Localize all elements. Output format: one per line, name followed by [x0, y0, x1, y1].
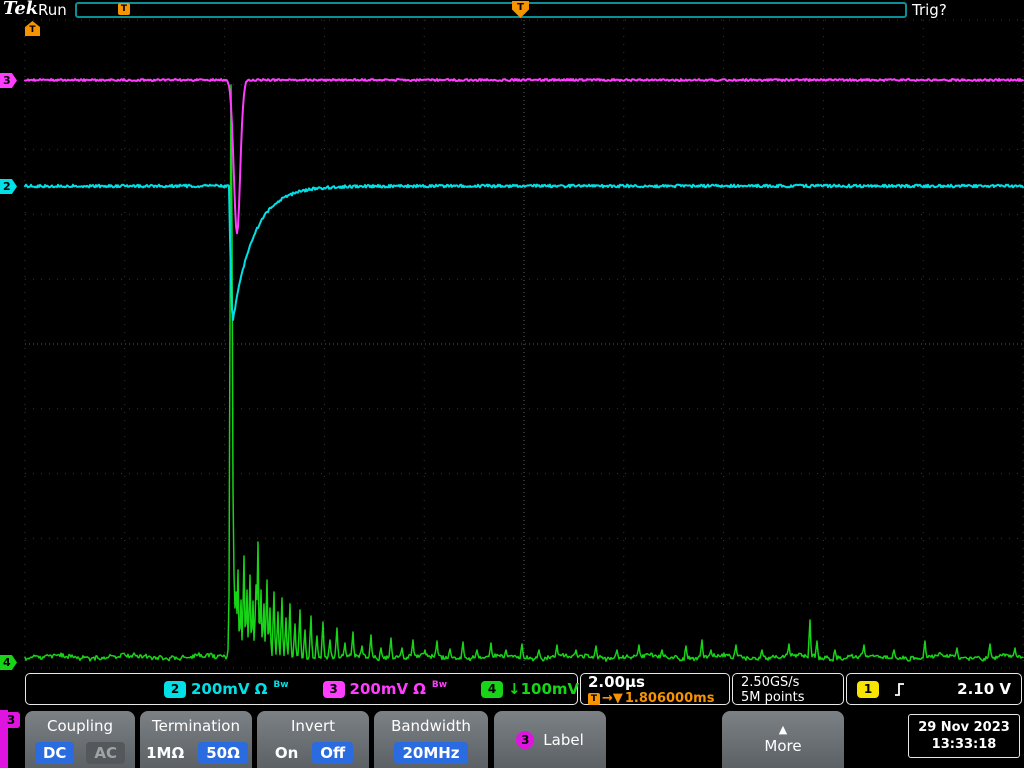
- channel3-badge: 3: [323, 681, 345, 698]
- softkey-label[interactable]: 3 Label: [494, 711, 606, 768]
- timebase-readout-box: 2.00µs T →▼ 1.806000ms: [580, 673, 730, 705]
- channel2-scale: 200mV: [191, 680, 250, 698]
- label-title: Label: [543, 731, 583, 749]
- termination-50ohm-option[interactable]: 50Ω: [198, 742, 248, 764]
- datetime-box: 29 Nov 2023 13:33:18: [908, 714, 1020, 758]
- channel3-impedance: Ω: [413, 680, 426, 698]
- channel2-impedance: Ω: [255, 680, 268, 698]
- delay-value: 1.806000ms: [625, 691, 715, 706]
- trigger-status: Trig?: [912, 1, 947, 19]
- coupling-title: Coupling: [25, 717, 135, 735]
- date-value: 29 Nov 2023: [918, 719, 1010, 736]
- delay-arrow-icon: →▼: [602, 691, 623, 706]
- softkey-coupling[interactable]: Coupling DC AC: [25, 711, 135, 768]
- channel2-readout: 2 200mV Ω Bw: [164, 680, 289, 698]
- channel3-scale: 200mV: [350, 680, 409, 698]
- channel3-readout: 3 200mV Ω Bw: [323, 680, 448, 698]
- softkey-termination[interactable]: Termination 1MΩ 50Ω: [140, 711, 252, 768]
- channel2-badge: 2: [164, 681, 186, 698]
- record-view-bar: [75, 2, 907, 18]
- coupling-dc-option[interactable]: DC: [35, 742, 74, 764]
- oscilloscope-screen: Tek Run T T Trig? 3 2 4 T 2 200mV Ω Bw 3…: [0, 0, 1024, 768]
- timebase-scale: 2.00µs: [588, 675, 722, 690]
- more-title: More: [764, 737, 801, 755]
- tek-logo: Tek: [3, 0, 38, 19]
- invert-off-option[interactable]: Off: [312, 742, 353, 764]
- bandwidth-20mhz-option[interactable]: 20MHz: [394, 742, 467, 764]
- trigger-delay-readout: T →▼ 1.806000ms: [588, 691, 722, 706]
- record-length: 5M points: [741, 690, 835, 705]
- invert-on-option[interactable]: On: [273, 742, 300, 764]
- trigger-level-value: 2.10 V: [957, 680, 1011, 698]
- delay-trigger-badge: T: [588, 693, 600, 705]
- termination-title: Termination: [140, 717, 252, 735]
- menu-channel-badge: 3: [2, 712, 20, 728]
- more-up-arrow-icon: ▲: [779, 724, 787, 735]
- channel4-badge: 4: [481, 681, 503, 698]
- channel2-bw-limit: Bw: [273, 680, 288, 690]
- termination-1mohm-option[interactable]: 1MΩ: [144, 742, 186, 764]
- softkey-invert[interactable]: Invert On Off: [257, 711, 369, 768]
- label-channel-badge: 3: [516, 731, 534, 749]
- softkey-bandwidth[interactable]: Bandwidth 20MHz: [374, 711, 488, 768]
- bandwidth-title: Bandwidth: [374, 717, 488, 735]
- channel3-bw-limit: Bw: [432, 680, 447, 690]
- rising-edge-icon: [893, 681, 906, 698]
- sample-rate: 2.50GS/s: [741, 675, 835, 690]
- channel4-scale: ↓100mV: [508, 680, 579, 698]
- trigger-source-badge: 1: [857, 681, 879, 698]
- waveform-channel4: [25, 85, 1023, 661]
- acquisition-status: Run: [38, 1, 67, 19]
- channel-readouts-box: 2 200mV Ω Bw 3 200mV Ω Bw 4 ↓100mV Ω Bw: [25, 673, 578, 705]
- coupling-ac-option[interactable]: AC: [86, 742, 125, 764]
- acquisition-readout-box: 2.50GS/s 5M points: [732, 673, 844, 705]
- record-trigger-marker: T: [118, 3, 130, 15]
- invert-title: Invert: [257, 717, 369, 735]
- softkey-more[interactable]: ▲ More: [722, 711, 844, 768]
- graticule: [0, 0, 1024, 672]
- time-value: 13:33:18: [932, 736, 997, 753]
- trigger-readout-box: 1 2.10 V: [846, 673, 1022, 705]
